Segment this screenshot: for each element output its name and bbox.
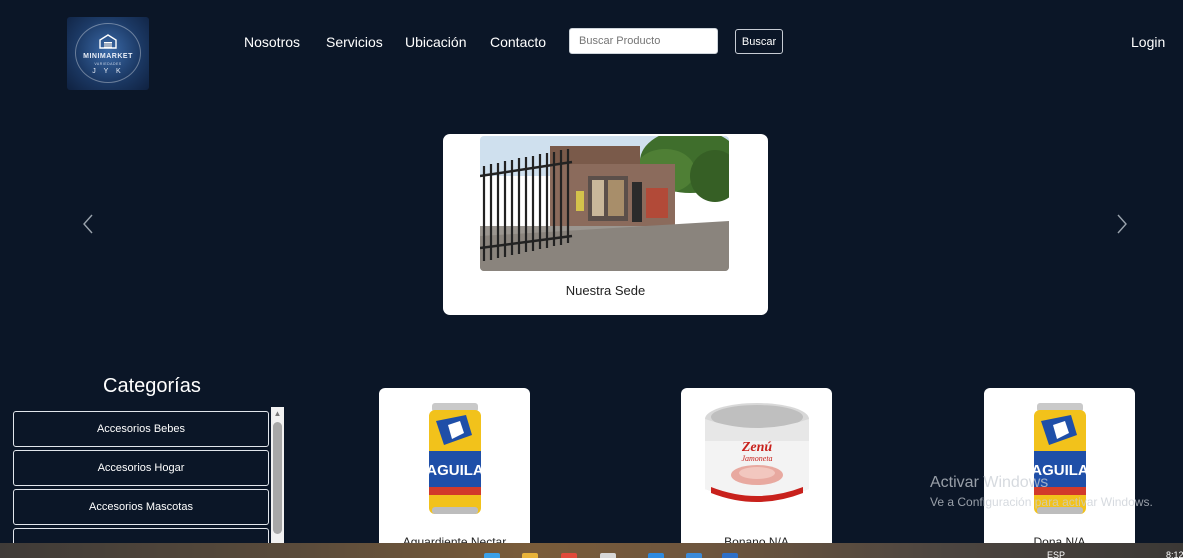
category-accesorios-bebes[interactable]: Accesorios Bebes xyxy=(13,411,269,447)
windows-activation-watermark: Activar Windows Ve a Configuración para … xyxy=(930,474,1153,509)
carousel-caption: Nuestra Sede xyxy=(565,283,646,298)
store-logo[interactable]: MINIMARKET VARIEDADES J Y K xyxy=(67,17,149,90)
search-input[interactable] xyxy=(569,28,718,54)
clock[interactable]: 8:12 xyxy=(1166,550,1183,558)
chevron-left-icon[interactable] xyxy=(76,210,100,238)
beer-can-image: AGUILA xyxy=(426,403,484,514)
carousel-slide: Nuestra Sede xyxy=(443,134,768,315)
edge-browser-icon[interactable] xyxy=(648,553,664,558)
product-card[interactable]: AGUILA Dona N/A xyxy=(984,388,1135,558)
svg-text:AGUILA: AGUILA xyxy=(426,462,484,479)
chevron-right-icon[interactable] xyxy=(1110,210,1134,238)
nav-contacto[interactable]: Contacto xyxy=(490,34,546,50)
mail-icon[interactable] xyxy=(686,553,702,558)
categories-scrollbar[interactable]: ▲ xyxy=(271,407,284,547)
language-indicator[interactable]: ESP xyxy=(1047,550,1065,558)
canned-ham-image: Zenú Jamoneta xyxy=(705,403,809,502)
search-button[interactable]: Buscar xyxy=(735,29,783,54)
product-card[interactable]: Zenú Jamoneta Bonano N/A xyxy=(681,388,832,558)
scroll-up-arrow-icon[interactable]: ▲ xyxy=(271,407,284,419)
store-front-photo xyxy=(480,136,729,271)
svg-text:Zenú: Zenú xyxy=(741,440,773,455)
category-accesorios-hogar[interactable]: Accesorios Hogar xyxy=(13,450,269,486)
login-link[interactable]: Login xyxy=(1131,34,1165,50)
svg-text:Jamoneta: Jamoneta xyxy=(741,454,772,463)
product-card[interactable]: AGUILA Aguardiente Nectar xyxy=(379,388,530,558)
store-icon xyxy=(97,33,119,49)
nav-servicios[interactable]: Servicios xyxy=(326,34,383,50)
notepad-icon[interactable] xyxy=(600,553,616,558)
watermark-title: Activar Windows xyxy=(930,474,1049,491)
watermark-subtitle: Ve a Configuración para activar Windows. xyxy=(930,495,1153,509)
category-accesorios-mascotas[interactable]: Accesorios Mascotas xyxy=(13,489,269,525)
vscode-icon[interactable] xyxy=(722,553,738,558)
windows-start-icon[interactable] xyxy=(484,553,500,558)
taskbar xyxy=(0,543,1183,558)
nav-nosotros[interactable]: Nosotros xyxy=(244,34,300,50)
app-icon[interactable] xyxy=(561,553,577,558)
file-explorer-icon[interactable] xyxy=(522,553,538,558)
nav-ubicacion[interactable]: Ubicación xyxy=(405,34,466,50)
scrollbar-thumb[interactable] xyxy=(273,422,282,534)
categories-title: Categorías xyxy=(103,375,201,397)
